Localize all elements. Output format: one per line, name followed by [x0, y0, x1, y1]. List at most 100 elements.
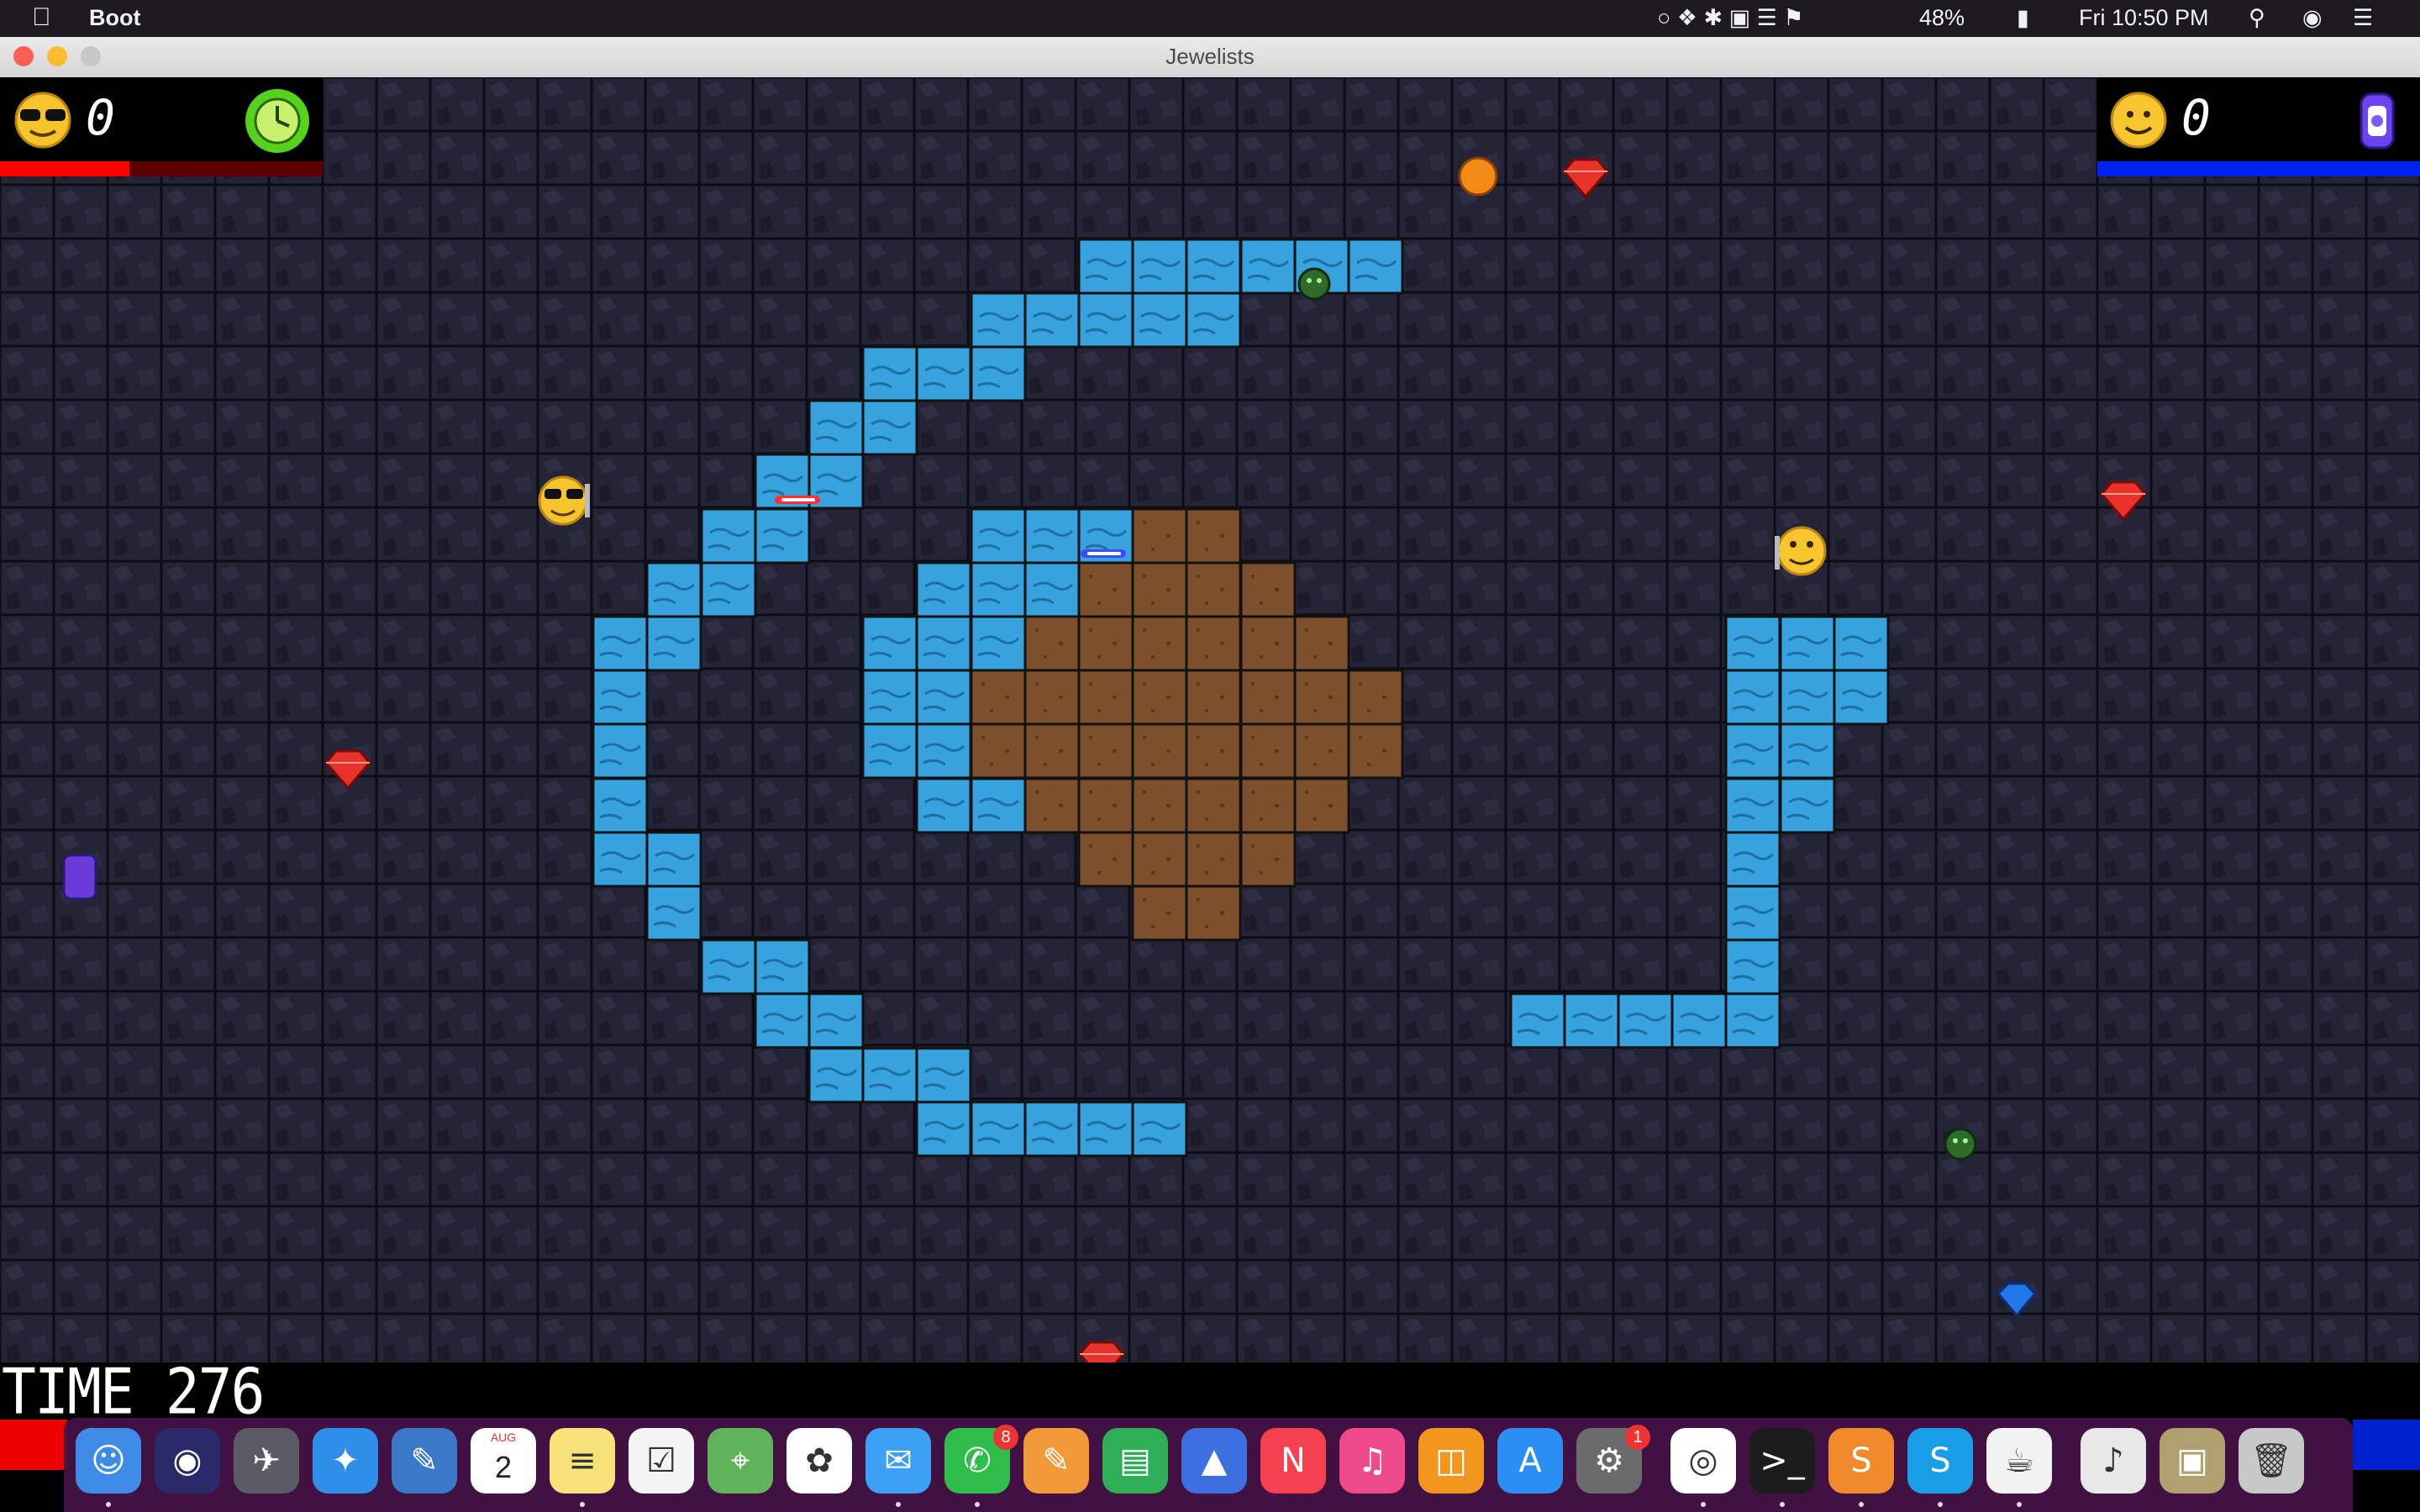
game-view[interactable]: 0 0: [0, 77, 2420, 1364]
dock-chrome-icon[interactable]: ◎: [1670, 1428, 1736, 1494]
water-tile: [1131, 238, 1188, 295]
menubar-clock[interactable]: Fri 10:50 PM: [2079, 5, 2209, 31]
dock-reminders-icon[interactable]: ☑: [629, 1428, 694, 1494]
dock-maps-icon[interactable]: ⌖: [708, 1428, 773, 1494]
dock-keynote-icon[interactable]: ▲: [1181, 1428, 1247, 1494]
dock-messages-icon[interactable]: ✉: [865, 1428, 931, 1494]
water-tile: [1131, 1100, 1188, 1158]
dock-siri-icon[interactable]: ◉: [155, 1428, 220, 1494]
dock-news-icon[interactable]: N: [1260, 1428, 1326, 1494]
water-tile: [915, 669, 972, 726]
water-tile: [1617, 992, 1674, 1049]
water-tile: [970, 615, 1027, 672]
purple-lantern-pickup-icon: [62, 853, 97, 900]
water-tile: [1023, 507, 1081, 564]
running-indicator: [1701, 1502, 1706, 1507]
dirt-tile: [1293, 615, 1350, 672]
green-bug-icon: [1297, 267, 1331, 301]
dock-terminal-icon[interactable]: >_: [1749, 1428, 1815, 1494]
battery-icon[interactable]: ▮: [2017, 5, 2029, 31]
dock-numbers-icon[interactable]: ▤: [1102, 1428, 1168, 1494]
water-tile: [970, 777, 1027, 834]
water-tile: [1724, 722, 1781, 780]
dock-calendar-icon[interactable]: AUG 2: [471, 1428, 536, 1494]
dirt-tile: [1131, 831, 1188, 888]
running-indicator: [1859, 1502, 1864, 1507]
spotlight-icon[interactable]: ⚲: [2249, 5, 2265, 31]
water-tile: [861, 615, 918, 672]
water-tile: [808, 992, 865, 1049]
dock-java-icon[interactable]: ☕: [1986, 1428, 2052, 1494]
water-tile: [1670, 992, 1728, 1049]
window-titlebar: Jewelists: [0, 37, 2420, 78]
dock-notes-icon[interactable]: ≡: [550, 1428, 615, 1494]
running-indicator: [1938, 1502, 1943, 1507]
window-title: Jewelists: [1165, 44, 1255, 69]
dirt-tile: [1023, 722, 1081, 780]
dirt-tile: [1077, 831, 1134, 888]
dirt-tile: [1185, 777, 1242, 834]
water-tile: [915, 615, 972, 672]
water-tile: [915, 1100, 972, 1158]
apple-menu-icon[interactable]: : [32, 3, 51, 32]
dirt-tile: [1131, 885, 1188, 942]
battery-percent[interactable]: 48%: [1919, 5, 1965, 31]
close-window-button[interactable]: [13, 46, 34, 66]
water-tile: [970, 1100, 1027, 1158]
water-tile: [861, 345, 918, 402]
siri-icon[interactable]: ◉: [2302, 5, 2323, 31]
dock-launchpad-icon[interactable]: ✈: [234, 1428, 299, 1494]
water-tile: [915, 1047, 972, 1104]
notification-center-icon[interactable]: ☰: [2353, 5, 2373, 31]
running-indicator: [2017, 1502, 2022, 1507]
calendar-month: AUG: [490, 1431, 517, 1444]
dock-safari-icon[interactable]: ✦: [313, 1428, 378, 1494]
water-tile: [1833, 669, 1890, 726]
dock-sublime-text-icon[interactable]: S: [1828, 1428, 1894, 1494]
dirt-tile: [1077, 561, 1134, 618]
dock-preview-doc-icon[interactable]: ▣: [2160, 1428, 2225, 1494]
dirt-tile: [1131, 777, 1188, 834]
water-tile: [1563, 992, 1620, 1049]
water-tile: [592, 615, 649, 672]
dock-trash-icon[interactable]: 🗑: [2238, 1428, 2304, 1494]
water-tile: [700, 507, 757, 564]
water-tile: [1023, 561, 1081, 618]
app-menu[interactable]: Boot: [89, 5, 140, 31]
water-tile: [1724, 938, 1781, 995]
dock-skype-icon[interactable]: S: [1907, 1428, 1973, 1494]
water-tile: [1724, 777, 1781, 834]
water-tile: [970, 291, 1027, 349]
dock-app-store-icon[interactable]: A: [1497, 1428, 1563, 1494]
calendar-day: 2: [494, 1450, 513, 1484]
dock-books-icon[interactable]: ◫: [1418, 1428, 1484, 1494]
zoom-window-button[interactable]: [81, 46, 101, 66]
dock-itunes-icon[interactable]: ♫: [1339, 1428, 1405, 1494]
dock-music-icon[interactable]: ♪: [2081, 1428, 2146, 1494]
water-tile: [1185, 238, 1242, 295]
dock-finder-icon[interactable]: ☺: [76, 1428, 141, 1494]
water-tile: [1023, 291, 1081, 349]
minimize-window-button[interactable]: [47, 46, 67, 66]
water-tile: [754, 938, 811, 995]
dock-pages-icon[interactable]: ✎: [1023, 1428, 1089, 1494]
player2-strip: [2353, 1420, 2420, 1470]
dirt-tile: [1131, 561, 1188, 618]
water-tile: [1724, 615, 1781, 672]
water-tile: [861, 399, 918, 456]
dirt-tile: [1293, 722, 1350, 780]
dirt-tile: [1131, 669, 1188, 726]
water-tile: [700, 561, 757, 618]
dock-photos-icon[interactable]: ✿: [786, 1428, 852, 1494]
dirt-tile: [1239, 831, 1297, 888]
status-icons[interactable]: ○ ❖ ✱ ▣ ☰ ⚑: [1657, 5, 1804, 31]
dirt-tile: [1239, 561, 1297, 618]
water-tile: [1509, 992, 1566, 1049]
dock-preview-icon[interactable]: ✎: [392, 1428, 457, 1494]
dirt-tile: [1077, 669, 1134, 726]
dirt-tile: [1023, 615, 1081, 672]
dirt-tile: [1185, 507, 1242, 564]
orange-orb-icon: [1458, 156, 1498, 197]
time-bar: [0, 1362, 2420, 1413]
water-tile: [1347, 238, 1404, 295]
